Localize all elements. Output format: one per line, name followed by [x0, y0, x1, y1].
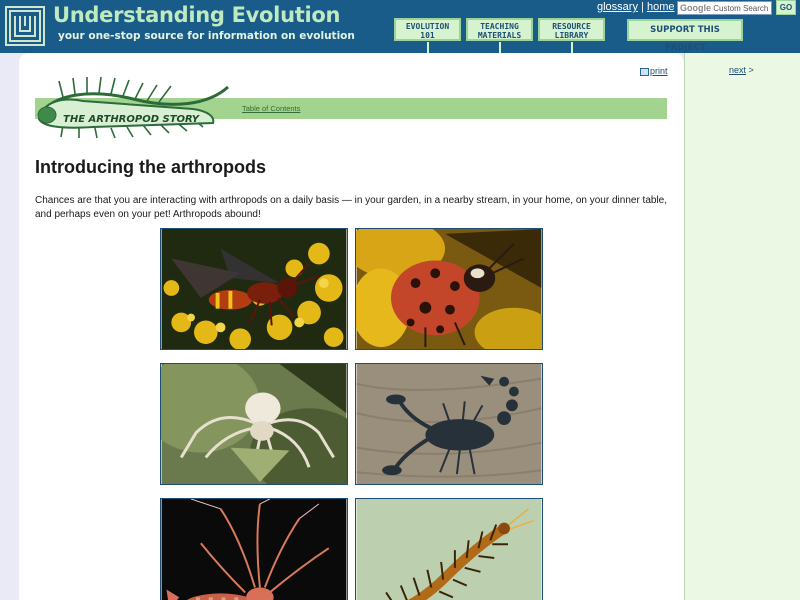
search-input[interactable]: Google Custom Search: [677, 1, 772, 15]
top-links: glossary | home: [597, 1, 674, 13]
ladybug-image: [356, 229, 542, 349]
scorpion-photo: [355, 363, 543, 485]
site-title[interactable]: Understanding Evolution: [53, 3, 340, 27]
nav-stem: [499, 42, 501, 53]
crayfish-photo: [160, 498, 348, 600]
link-separator: |: [641, 1, 644, 13]
nav-label: EVOLUTION: [405, 22, 450, 31]
banner-label: THE ARTHROPOD STORY: [63, 114, 201, 125]
search-placeholder: Custom Search: [713, 4, 769, 13]
nav-label: MATERIALS: [477, 31, 522, 40]
home-link[interactable]: home: [647, 1, 675, 13]
intro-paragraph: Chances are that you are interacting wit…: [35, 195, 668, 220]
print-label[interactable]: print: [650, 66, 668, 76]
next-label[interactable]: next: [729, 65, 746, 75]
glossary-link[interactable]: glossary: [597, 1, 638, 13]
right-sidebar: next >: [684, 53, 800, 600]
ladybug-photo: [355, 228, 543, 350]
print-link[interactable]: print: [640, 66, 668, 76]
crayfish-image: [161, 499, 347, 600]
search-go-button[interactable]: GO: [776, 0, 796, 15]
wasp-photo: [160, 228, 348, 350]
nav-label: TEACHING: [480, 22, 519, 31]
main-content: print THE ARTHROPOD STORY Table of Conte…: [19, 53, 684, 600]
centipede-image: [356, 499, 542, 600]
wasp-image: [161, 229, 347, 349]
table-of-contents-link[interactable]: Table of Contents: [242, 104, 300, 113]
crab-spider-photo: [160, 363, 348, 485]
site-logo-icon[interactable]: [5, 6, 45, 46]
support-project-button[interactable]: SUPPORT THIS PROJECT: [627, 19, 743, 53]
nav-label: 101: [420, 31, 435, 40]
crab-spider-image: [161, 364, 347, 484]
nav-label: RESOURCE: [552, 22, 591, 31]
scorpion-image: [356, 364, 542, 484]
nav-stem: [427, 42, 429, 53]
arthropod-story-logo[interactable]: THE ARTHROPOD STORY: [33, 75, 235, 139]
nav-evolution-101[interactable]: EVOLUTION 101: [393, 17, 462, 42]
site-header: Understanding Evolution your one-stop so…: [0, 0, 800, 53]
site-tagline: your one-stop source for information on …: [58, 30, 355, 42]
nav-resource-library[interactable]: RESOURCE LIBRARY: [537, 17, 606, 42]
next-arrow-icon[interactable]: >: [749, 65, 754, 75]
google-brand: Google: [680, 3, 711, 13]
nav-label: LIBRARY: [554, 31, 589, 40]
centipede-photo: [355, 498, 543, 600]
page-title: Introducing the arthropods: [35, 157, 266, 177]
print-icon[interactable]: [640, 67, 649, 76]
nav-teaching-materials[interactable]: TEACHING MATERIALS: [465, 17, 534, 42]
nav-stem: [571, 42, 573, 53]
next-link[interactable]: next >: [729, 65, 754, 75]
